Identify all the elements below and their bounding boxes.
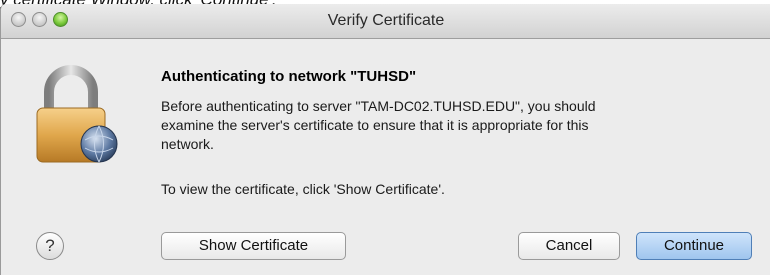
dialog-message: Before authenticating to server "TAM-DC0… bbox=[161, 97, 741, 154]
continue-button[interactable]: Continue bbox=[636, 232, 752, 260]
window-title: Verify Certificate bbox=[327, 12, 445, 29]
show-certificate-button[interactable]: Show Certificate bbox=[161, 232, 346, 260]
message-line: network. bbox=[161, 136, 214, 152]
help-button[interactable]: ? bbox=[36, 232, 64, 260]
message-line: examine the server's certificate to ensu… bbox=[161, 117, 589, 133]
verify-certificate-window: Verify Certificate Authenticating to net… bbox=[0, 4, 770, 275]
message-line: Before authenticating to server "TAM-DC0… bbox=[161, 98, 596, 114]
dialog-headline: Authenticating to network "TUHSD" bbox=[161, 68, 417, 85]
title-bar: Verify Certificate bbox=[1, 4, 770, 39]
lock-icon bbox=[36, 65, 118, 163]
cancel-button[interactable]: Cancel bbox=[518, 232, 620, 260]
dialog-instruction: To view the certificate, click 'Show Cer… bbox=[161, 181, 445, 197]
